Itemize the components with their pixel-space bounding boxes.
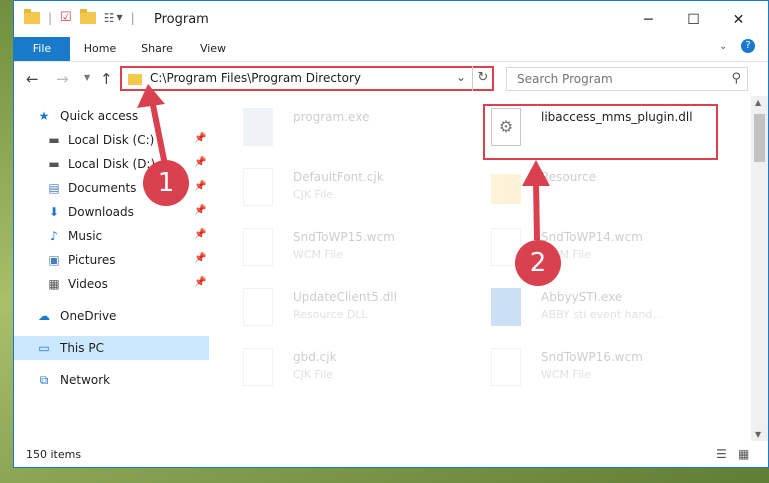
arrow-1-shaft xyxy=(149,99,168,166)
arrow-2-head xyxy=(522,160,550,186)
annotation-arrows xyxy=(137,84,550,241)
arrow-2-shaft xyxy=(533,179,540,241)
step-1-badge: 1 xyxy=(143,160,189,206)
step-2-badge: 2 xyxy=(515,240,561,286)
arrow-1-head xyxy=(137,84,165,108)
